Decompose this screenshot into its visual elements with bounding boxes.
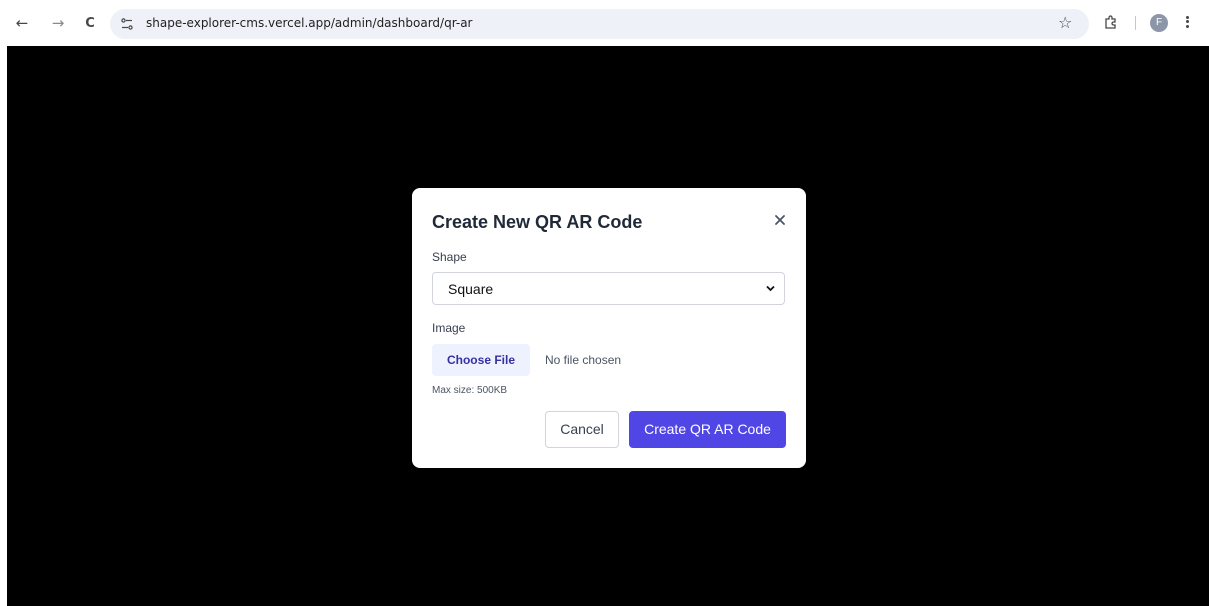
toolbar-divider bbox=[1135, 16, 1136, 30]
create-qr-ar-dialog: Create New QR AR Code Shape Square Image… bbox=[412, 188, 806, 468]
cancel-button[interactable]: Cancel bbox=[545, 411, 619, 448]
dialog-title: Create New QR AR Code bbox=[432, 212, 643, 232]
arrow-right-icon: → bbox=[51, 14, 65, 32]
puzzle-icon[interactable] bbox=[1103, 13, 1121, 31]
arrow-left-icon: ← bbox=[15, 14, 29, 32]
close-icon[interactable] bbox=[772, 212, 788, 228]
shape-select[interactable]: Square bbox=[432, 272, 785, 305]
tune-icon[interactable] bbox=[120, 17, 134, 31]
url-text[interactable]: shape-explorer-cms.vercel.app/admin/dash… bbox=[146, 16, 473, 30]
file-status-text: No file chosen bbox=[545, 353, 622, 367]
shape-selected-value: Square bbox=[448, 281, 494, 297]
reload-icon: C bbox=[85, 15, 95, 31]
choose-file-button[interactable]: Choose File bbox=[432, 344, 530, 376]
reload-button[interactable]: C bbox=[80, 13, 100, 33]
star-icon[interactable]: ☆ bbox=[1058, 13, 1072, 32]
image-label: Image bbox=[432, 321, 466, 335]
shape-label: Shape bbox=[432, 250, 467, 264]
kebab-menu-icon[interactable] bbox=[1184, 14, 1190, 32]
max-size-hint: Max size: 500KB bbox=[432, 385, 508, 396]
back-button[interactable]: ← bbox=[12, 13, 32, 33]
create-qr-ar-code-button[interactable]: Create QR AR Code bbox=[629, 411, 786, 448]
address-bar[interactable]: shape-explorer-cms.vercel.app/admin/dash… bbox=[110, 9, 1089, 39]
forward-button[interactable]: → bbox=[48, 13, 68, 33]
profile-avatar[interactable]: F bbox=[1150, 14, 1168, 32]
browser-toolbar: ← → C shape-explorer-cms.vercel.app/admi… bbox=[0, 0, 1209, 46]
chevron-down-icon bbox=[766, 285, 775, 292]
